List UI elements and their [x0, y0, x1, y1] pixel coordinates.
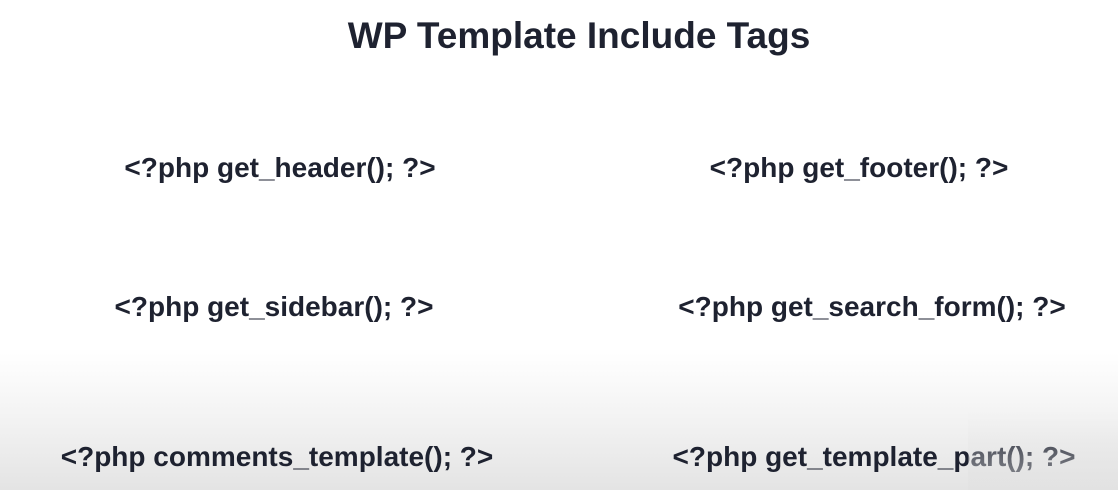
- slide-title: WP Template Include Tags: [347, 15, 811, 56]
- slide: WP Template Include Tags <?php get_heade…: [0, 0, 1118, 490]
- tag-get-sidebar: <?php get_sidebar(); ?>: [114, 291, 434, 322]
- corner-shade: [968, 410, 1118, 490]
- tag-get-search-form: <?php get_search_form(); ?>: [678, 291, 1066, 322]
- tag-get-footer: <?php get_footer(); ?>: [709, 152, 1009, 183]
- tag-comments-template: <?php comments_template(); ?>: [60, 441, 494, 472]
- tag-get-header: <?php get_header(); ?>: [124, 152, 436, 183]
